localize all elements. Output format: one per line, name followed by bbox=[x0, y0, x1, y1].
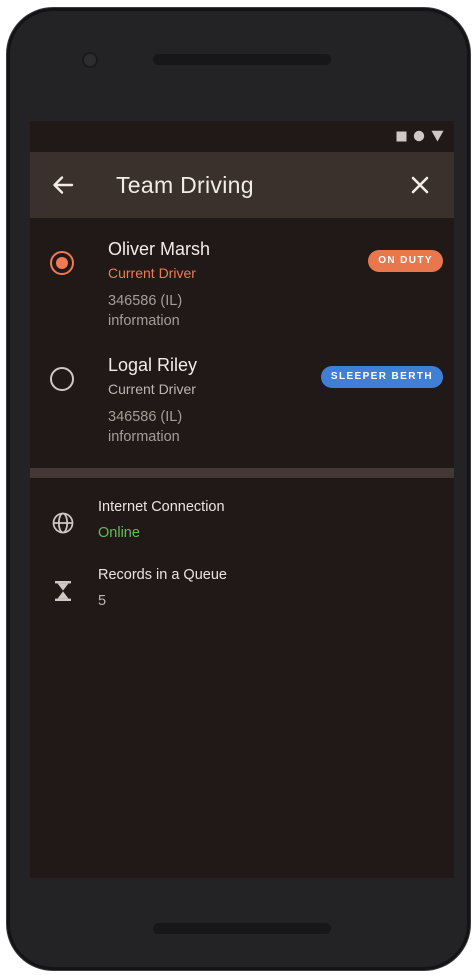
driver-info-line: information bbox=[108, 429, 180, 445]
driver-row-logal-riley[interactable]: Logal Riley Current Driver 346586 (IL) i… bbox=[30, 349, 454, 459]
section-divider bbox=[30, 468, 454, 478]
driver-id-line: 346586 (IL) bbox=[108, 293, 183, 309]
internet-connection-status: Internet Connection Online bbox=[30, 499, 454, 555]
status-badge-on-duty: ON DUTY bbox=[368, 250, 443, 272]
driver-info: 346586 (IL) information bbox=[108, 407, 182, 447]
driver-radio-unselected[interactable] bbox=[50, 367, 74, 391]
circle-icon bbox=[413, 130, 425, 142]
driver-id-line: 346586 (IL) bbox=[108, 409, 183, 425]
square-icon bbox=[396, 131, 407, 141]
driver-role: Current Driver bbox=[108, 265, 196, 281]
hourglass-icon bbox=[55, 581, 71, 601]
driver-info-line: information bbox=[108, 313, 180, 329]
internet-connection-label: Internet Connection bbox=[98, 499, 225, 515]
driver-radio-selected[interactable] bbox=[50, 251, 74, 275]
earpiece-speaker bbox=[153, 54, 331, 65]
records-queue-status: Records in a Queue 5 bbox=[30, 567, 454, 623]
driver-row-oliver-marsh[interactable]: Oliver Marsh Current Driver 346586 (IL) … bbox=[30, 233, 454, 343]
status-badge-sleeper-berth: SLEEPER BERTH bbox=[320, 366, 443, 388]
driver-role: Current Driver bbox=[108, 381, 196, 397]
driver-info: 346586 (IL) information bbox=[108, 291, 182, 331]
internet-connection-value: Online bbox=[98, 525, 140, 541]
records-queue-value: 5 bbox=[98, 593, 107, 609]
status-icons bbox=[396, 130, 444, 142]
status-bar bbox=[30, 121, 454, 151]
phone-frame: Team Driving Oliver Marsh Current Driver… bbox=[7, 8, 470, 970]
records-queue-label: Records in a Queue bbox=[98, 567, 227, 583]
globe-icon bbox=[52, 512, 74, 534]
bottom-speaker bbox=[153, 923, 331, 934]
page-title: Team Driving bbox=[116, 172, 254, 198]
driver-name: Logal Riley bbox=[108, 355, 198, 375]
app-bar: Team Driving bbox=[30, 152, 454, 218]
close-icon[interactable] bbox=[408, 173, 432, 197]
front-camera bbox=[82, 52, 98, 68]
driver-name: Oliver Marsh bbox=[108, 239, 211, 259]
back-arrow-icon[interactable] bbox=[50, 172, 76, 198]
triangle-down-icon bbox=[431, 130, 444, 142]
screen: Team Driving Oliver Marsh Current Driver… bbox=[30, 121, 454, 878]
